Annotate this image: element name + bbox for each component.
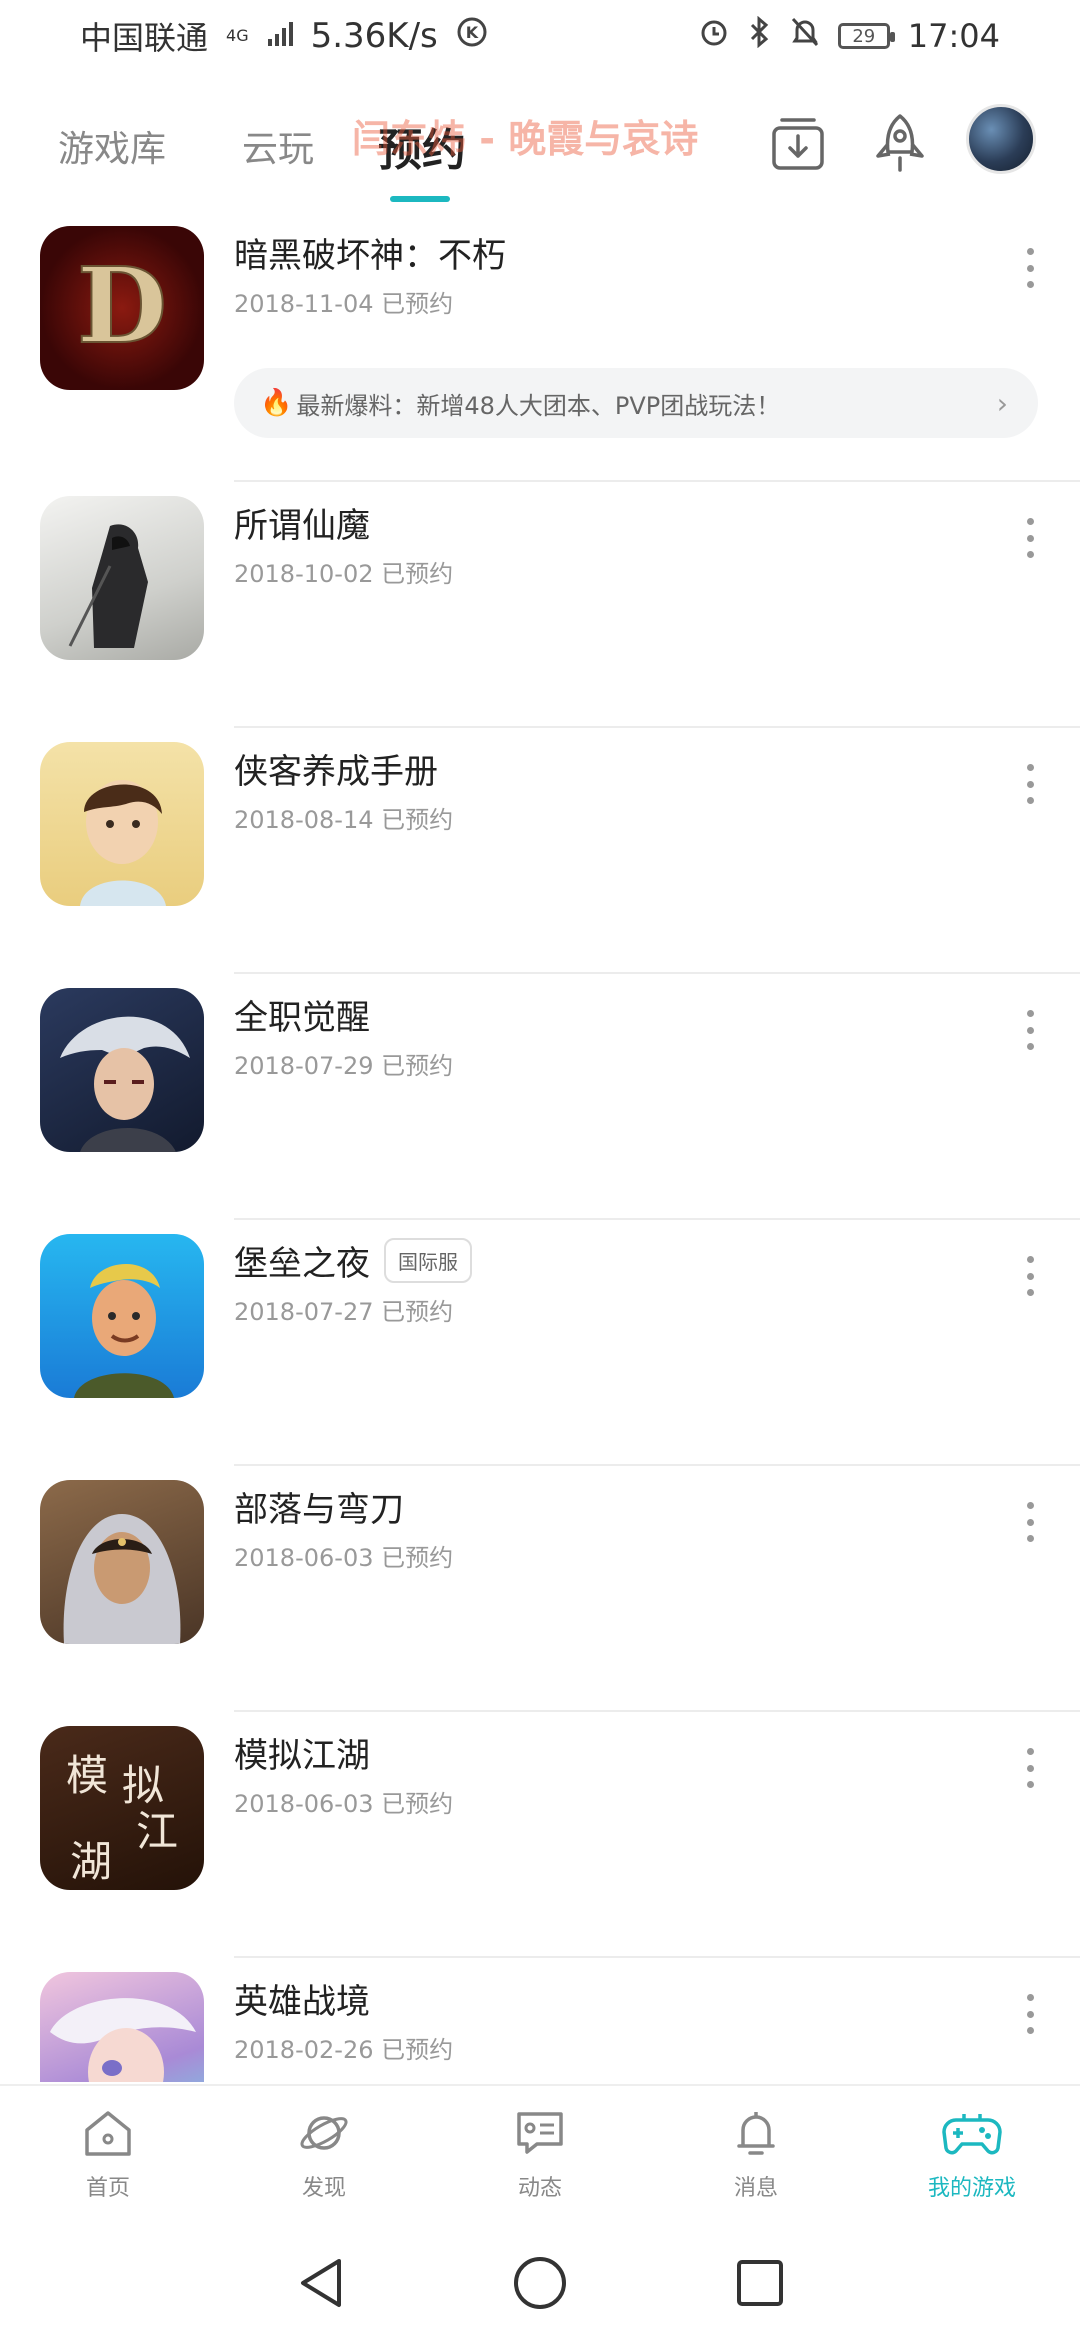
rocket-icon[interactable] bbox=[868, 112, 932, 176]
list-item[interactable]: 侠客养成手册 2018-08-14 已预约 bbox=[0, 728, 1080, 974]
more-options-icon[interactable] bbox=[1020, 248, 1040, 288]
list-item[interactable]: 部落与弯刀 2018-06-03 已预约 bbox=[0, 1466, 1080, 1712]
system-nav-bar bbox=[0, 2226, 1080, 2340]
network-label: 4G bbox=[226, 26, 249, 45]
white-hair-hero-icon bbox=[40, 988, 204, 1152]
battery-icon: 29 bbox=[837, 23, 895, 49]
nav-home[interactable]: 首页 bbox=[0, 2086, 216, 2224]
active-tab-indicator bbox=[390, 196, 450, 202]
game-name: 暗黑破坏神：不朽 bbox=[234, 236, 506, 276]
anime-girl-icon bbox=[40, 1972, 204, 2082]
more-options-icon[interactable] bbox=[1020, 1256, 1040, 1296]
fortnite-hero-icon bbox=[40, 1234, 204, 1398]
more-options-icon[interactable] bbox=[1020, 1748, 1040, 1788]
carrier-label: 中国联通 bbox=[80, 19, 209, 57]
swordsman-ink-icon bbox=[40, 496, 204, 660]
recents-button[interactable] bbox=[650, 2233, 870, 2333]
planet-icon bbox=[297, 2108, 351, 2162]
more-options-icon[interactable] bbox=[1020, 1994, 1040, 2034]
young-hero-icon bbox=[40, 742, 204, 906]
calligraphy-icon: 模拟江湖 bbox=[40, 1726, 204, 1890]
bell-icon bbox=[729, 2108, 783, 2162]
svg-text:K: K bbox=[466, 23, 479, 42]
bottom-nav: 首页 发现 动态 消息 我的游戏 bbox=[0, 2084, 1080, 2224]
game-name: 部落与弯刀 bbox=[234, 1490, 404, 1530]
feed-icon bbox=[513, 2108, 567, 2162]
game-name: 全职觉醒 bbox=[234, 998, 370, 1038]
chevron-right-icon: › bbox=[996, 386, 1008, 420]
network-speed: 5.36K/s bbox=[310, 16, 438, 56]
home-button[interactable] bbox=[430, 2233, 650, 2333]
signal-icon bbox=[267, 17, 293, 55]
reservation-date: 2018-11-04 已预约 bbox=[234, 290, 454, 318]
tab-game-library[interactable]: 游戏库 bbox=[58, 120, 166, 172]
list-item[interactable]: 英雄战境 2018-02-26 已预约 bbox=[0, 1958, 1080, 2082]
list-item[interactable]: 所谓仙魔 2018-10-02 已预约 bbox=[0, 482, 1080, 728]
fire-icon: 🔥 bbox=[260, 388, 293, 418]
more-options-icon[interactable] bbox=[1020, 1010, 1040, 1050]
gamepad-icon bbox=[942, 2108, 1002, 2162]
nav-label: 动态 bbox=[517, 2176, 562, 2201]
nav-messages[interactable]: 消息 bbox=[648, 2086, 864, 2224]
reservation-date: 2018-06-03 已预约 bbox=[234, 1544, 454, 1572]
reservation-date: 2018-02-26 已预约 bbox=[234, 2036, 454, 2064]
nav-label: 我的游戏 bbox=[927, 2176, 1016, 2201]
tab-cloud-play[interactable]: 云玩 bbox=[242, 120, 314, 172]
reservation-date: 2018-10-02 已预约 bbox=[234, 560, 454, 588]
game-name: 侠客养成手册 bbox=[234, 752, 438, 792]
reservation-date: 2018-08-14 已预约 bbox=[234, 806, 454, 834]
mute-bell-icon bbox=[790, 16, 820, 56]
nav-label: 消息 bbox=[733, 2176, 778, 2201]
alarm-icon bbox=[698, 16, 730, 56]
list-item[interactable]: 模拟江湖 模拟江湖 2018-06-03 已预约 bbox=[0, 1712, 1080, 1958]
nav-feed[interactable]: 动态 bbox=[432, 2086, 648, 2224]
svg-text:D: D bbox=[77, 244, 167, 367]
reservation-list: D 暗黑破坏神：不朽 2018-11-04 已预约 🔥 最新爆料：新增48人大团… bbox=[0, 212, 1080, 2082]
news-text: 最新爆料：新增48人大团本、PVP团战玩法！ bbox=[296, 391, 781, 420]
watermark: 闫东炜 - 晚霞与哀诗 bbox=[352, 117, 699, 161]
more-options-icon[interactable] bbox=[1020, 764, 1040, 804]
hooded-woman-icon bbox=[40, 1480, 204, 1644]
nav-label: 首页 bbox=[85, 2176, 130, 2201]
reservation-date: 2018-07-27 已预约 bbox=[234, 1298, 454, 1326]
list-item[interactable]: 全职觉醒 2018-07-29 已预约 bbox=[0, 974, 1080, 1220]
game-name: 英雄战境 bbox=[234, 1982, 370, 2022]
status-bar: 中国联通 4G 5.36K/s K 29 17:04 bbox=[0, 0, 1080, 72]
k-app-icon: K bbox=[456, 16, 488, 56]
download-manager-icon[interactable] bbox=[766, 112, 830, 176]
list-item[interactable]: D 暗黑破坏神：不朽 2018-11-04 已预约 🔥 最新爆料：新增48人大团… bbox=[0, 212, 1080, 482]
top-nav: 游戏库 云玩 预约 闫东炜 - 晚霞与哀诗 bbox=[0, 72, 1080, 212]
game-name: 模拟江湖 bbox=[234, 1736, 370, 1776]
diablo-d-icon: D bbox=[40, 226, 204, 390]
more-options-icon[interactable] bbox=[1020, 518, 1040, 558]
reservation-date: 2018-06-03 已预约 bbox=[234, 1790, 454, 1818]
avatar[interactable] bbox=[966, 104, 1036, 174]
back-button[interactable] bbox=[210, 2233, 430, 2333]
bluetooth-icon bbox=[748, 15, 772, 56]
nav-discover[interactable]: 发现 bbox=[216, 2086, 432, 2224]
more-options-icon[interactable] bbox=[1020, 1502, 1040, 1542]
news-banner[interactable]: 🔥 最新爆料：新增48人大团本、PVP团战玩法！ › bbox=[234, 368, 1038, 438]
calligraphy-char: 模拟江湖 bbox=[66, 1751, 178, 1886]
game-name: 所谓仙魔 bbox=[234, 506, 370, 546]
nav-label: 发现 bbox=[301, 2176, 346, 2201]
clock: 17:04 bbox=[907, 17, 1000, 55]
reservation-date: 2018-07-29 已预约 bbox=[234, 1052, 454, 1080]
server-tag: 国际服 bbox=[384, 1238, 472, 1283]
list-item[interactable]: 堡垒之夜 国际服 2018-07-27 已预约 bbox=[0, 1220, 1080, 1466]
home-icon bbox=[81, 2108, 135, 2162]
nav-my-games[interactable]: 我的游戏 bbox=[864, 2086, 1080, 2224]
game-name: 堡垒之夜 bbox=[234, 1244, 370, 1284]
